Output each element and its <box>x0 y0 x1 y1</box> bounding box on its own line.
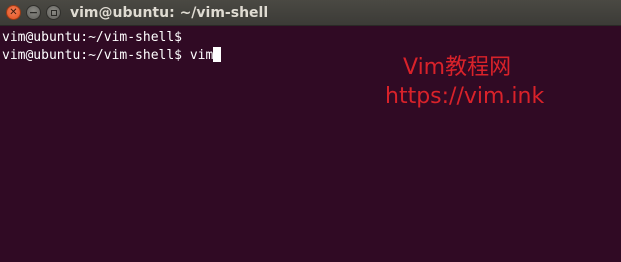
minimize-button[interactable]: − <box>26 5 41 20</box>
terminal-window: ✕ − vim@ubuntu: ~/vim-shell vim@ubuntu:~… <box>0 0 621 262</box>
text-cursor <box>213 47 222 62</box>
watermark-title: Vim教程网 <box>403 55 512 80</box>
title-bar[interactable]: ✕ − vim@ubuntu: ~/vim-shell <box>0 0 621 26</box>
close-icon: ✕ <box>9 6 18 18</box>
watermark-url: https://vim.ink <box>385 84 545 109</box>
shell-prompt: vim@ubuntu:~/vim-shell$ <box>2 48 183 63</box>
shell-prompt: vim@ubuntu:~/vim-shell$ <box>2 30 183 45</box>
maximize-button[interactable] <box>46 5 61 20</box>
command-text: vim <box>182 48 214 63</box>
maximize-icon <box>50 9 57 16</box>
window-title: vim@ubuntu: ~/vim-shell <box>70 5 269 21</box>
close-button[interactable]: ✕ <box>6 5 21 20</box>
minimize-icon: − <box>28 6 39 19</box>
terminal-line: vim@ubuntu:~/vim-shell$ <box>2 29 621 47</box>
